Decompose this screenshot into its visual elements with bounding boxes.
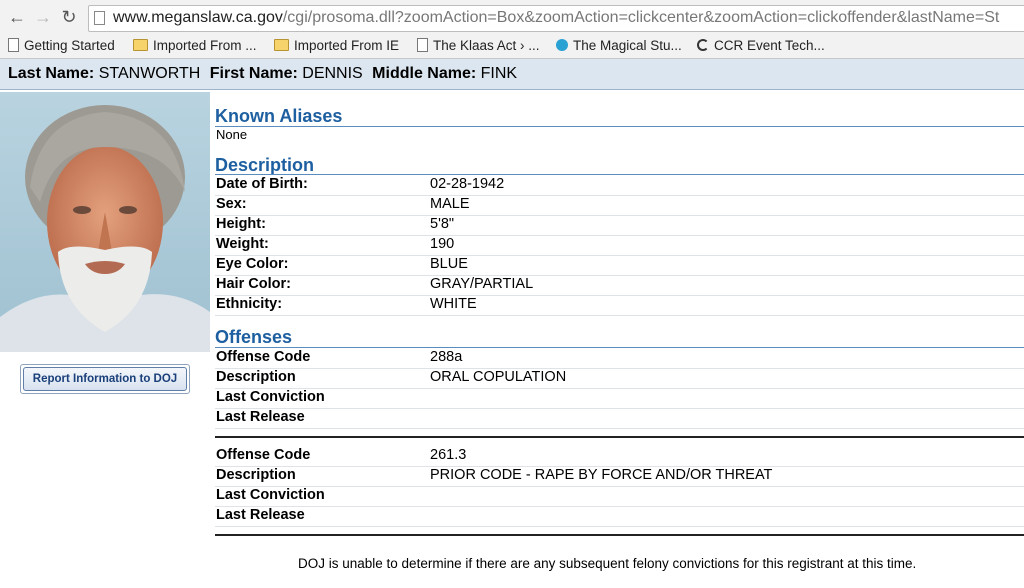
- row-value: PRIOR CODE - RAPE BY FORCE AND/OR THREAT: [430, 467, 773, 483]
- row-label: Description: [216, 369, 296, 385]
- address-bar[interactable]: www.meganslaw.ca.gov/cgi/prosoma.dll?zoo…: [88, 5, 1024, 32]
- description-row-hair-color: Hair Color: GRAY/PARTIAL: [215, 275, 1024, 296]
- last-name-label: Last Name:: [8, 65, 95, 82]
- bookmark-label: CCR Event Tech...: [714, 38, 825, 53]
- bookmark-label: Imported From IE: [294, 38, 400, 53]
- row-value: 190: [430, 236, 455, 252]
- description-title: Description: [215, 155, 315, 175]
- row-label: Hair Color:: [216, 276, 291, 292]
- row-label: Weight:: [216, 236, 269, 252]
- offense-2-last-release-row: Last Release: [215, 506, 1024, 527]
- offense-2-description-row: Description PRIOR CODE - RAPE BY FORCE AN…: [215, 466, 1024, 487]
- row-value: MALE: [430, 196, 470, 212]
- page-icon: [417, 38, 428, 53]
- middle-name-group: Middle Name: FINK: [372, 65, 517, 82]
- back-arrow-icon[interactable]: ←: [6, 6, 28, 28]
- report-information-button[interactable]: Report Information to DOJ: [20, 364, 190, 394]
- offense-1-last-conviction-row: Last Conviction: [215, 388, 1024, 409]
- row-value: 288a: [430, 349, 463, 365]
- row-label: Last Release: [216, 409, 305, 425]
- known-aliases-title: Known Aliases: [215, 106, 343, 126]
- url-host: www.meganslaw.ca.gov: [113, 9, 283, 26]
- page-icon: [8, 38, 19, 53]
- description-row-height: Height: 5'8": [215, 215, 1024, 236]
- row-value: 261.3: [430, 447, 467, 463]
- url-text: www.meganslaw.ca.gov/cgi/prosoma.dll?zoo…: [113, 9, 999, 27]
- reload-icon[interactable]: ↻: [58, 6, 80, 28]
- offense-1-code-row: Offense Code 288a: [215, 348, 1024, 369]
- row-value: 02-28-1942: [430, 176, 505, 192]
- page-icon: [94, 11, 105, 25]
- bookmark-imported-from[interactable]: Imported From ...: [133, 36, 257, 56]
- offense-2-last-conviction-row: Last Conviction: [215, 486, 1024, 507]
- row-label: Height:: [216, 216, 266, 232]
- url-path: /cgi/prosoma.dll?zoomAction=Box&zoomActi…: [282, 9, 1000, 26]
- offense-1-description-row: Description ORAL COPULATION: [215, 368, 1024, 389]
- offense-separator: [215, 534, 1024, 536]
- last-name-group: Last Name: STANWORTH: [8, 65, 200, 82]
- middle-name-value: FINK: [480, 65, 518, 82]
- row-value: 5'8": [430, 216, 455, 232]
- bookmark-label: The Magical Stu...: [573, 38, 682, 53]
- row-label: Last Release: [216, 507, 305, 523]
- row-label: Offense Code: [216, 447, 311, 463]
- last-name-value: STANWORTH: [98, 65, 201, 82]
- row-label: Sex:: [216, 196, 247, 212]
- section-divider: [215, 126, 1024, 127]
- bookmark-magical-stu[interactable]: The Magical Stu...: [556, 36, 682, 56]
- offender-name-bar: Last Name: STANWORTH First Name: DENNIS …: [0, 59, 1024, 90]
- bookmark-getting-started[interactable]: Getting Started: [8, 36, 115, 56]
- row-label: Date of Birth:: [216, 176, 308, 192]
- middle-name-label: Middle Name:: [372, 65, 477, 82]
- bookmark-ccr-event[interactable]: CCR Event Tech...: [697, 36, 825, 56]
- bookmark-label: Getting Started: [24, 38, 115, 53]
- row-label: Last Conviction: [216, 487, 325, 503]
- offense-1-last-release-row: Last Release: [215, 408, 1024, 429]
- globe-icon: [556, 39, 568, 52]
- description-row-eye-color: Eye Color: BLUE: [215, 255, 1024, 276]
- felony-disclaimer: DOJ is unable to determine if there are …: [298, 556, 917, 571]
- bookmark-klaas-act[interactable]: The Klaas Act › ...: [417, 36, 540, 56]
- bookmark-imported-from-ie[interactable]: Imported From IE: [274, 36, 399, 56]
- offenses-title: Offenses: [215, 327, 293, 347]
- bookmark-label: The Klaas Act › ...: [433, 38, 540, 53]
- row-label: Offense Code: [216, 349, 311, 365]
- first-name-value: DENNIS: [302, 65, 363, 82]
- first-name-label: First Name:: [209, 65, 298, 82]
- first-name-group: First Name: DENNIS: [210, 65, 363, 82]
- row-value: WHITE: [430, 296, 477, 312]
- browser-toolbar: ← → ↻ www.meganslaw.ca.gov/cgi/prosoma.d…: [0, 0, 1024, 35]
- description-row-dob: Date of Birth: 02-28-1942: [215, 175, 1024, 196]
- offense-2-code-row: Offense Code 261.3: [215, 446, 1024, 467]
- row-value: ORAL COPULATION: [430, 369, 567, 385]
- description-row-weight: Weight: 190: [215, 235, 1024, 256]
- row-label: Last Conviction: [216, 389, 325, 405]
- row-value: BLUE: [430, 256, 468, 272]
- offense-separator: [215, 436, 1024, 438]
- offender-photo: [0, 92, 210, 352]
- folder-icon: [274, 39, 289, 52]
- row-value: GRAY/PARTIAL: [430, 276, 534, 292]
- bookmarks-bar: Getting Started Imported From ... Import…: [0, 34, 1024, 59]
- description-row-sex: Sex: MALE: [215, 195, 1024, 216]
- portrait-image: [0, 92, 210, 352]
- row-label: Eye Color:: [216, 256, 289, 272]
- forward-arrow-icon[interactable]: →: [32, 6, 54, 28]
- row-label: Ethnicity:: [216, 296, 283, 312]
- aliases-value: None: [216, 127, 248, 142]
- description-row-ethnicity: Ethnicity: WHITE: [215, 295, 1024, 316]
- folder-icon: [133, 39, 148, 52]
- bookmark-label: Imported From ...: [153, 38, 257, 53]
- report-button-label: Report Information to DOJ: [23, 367, 187, 391]
- row-label: Description: [216, 467, 296, 483]
- ccr-icon: [697, 39, 709, 52]
